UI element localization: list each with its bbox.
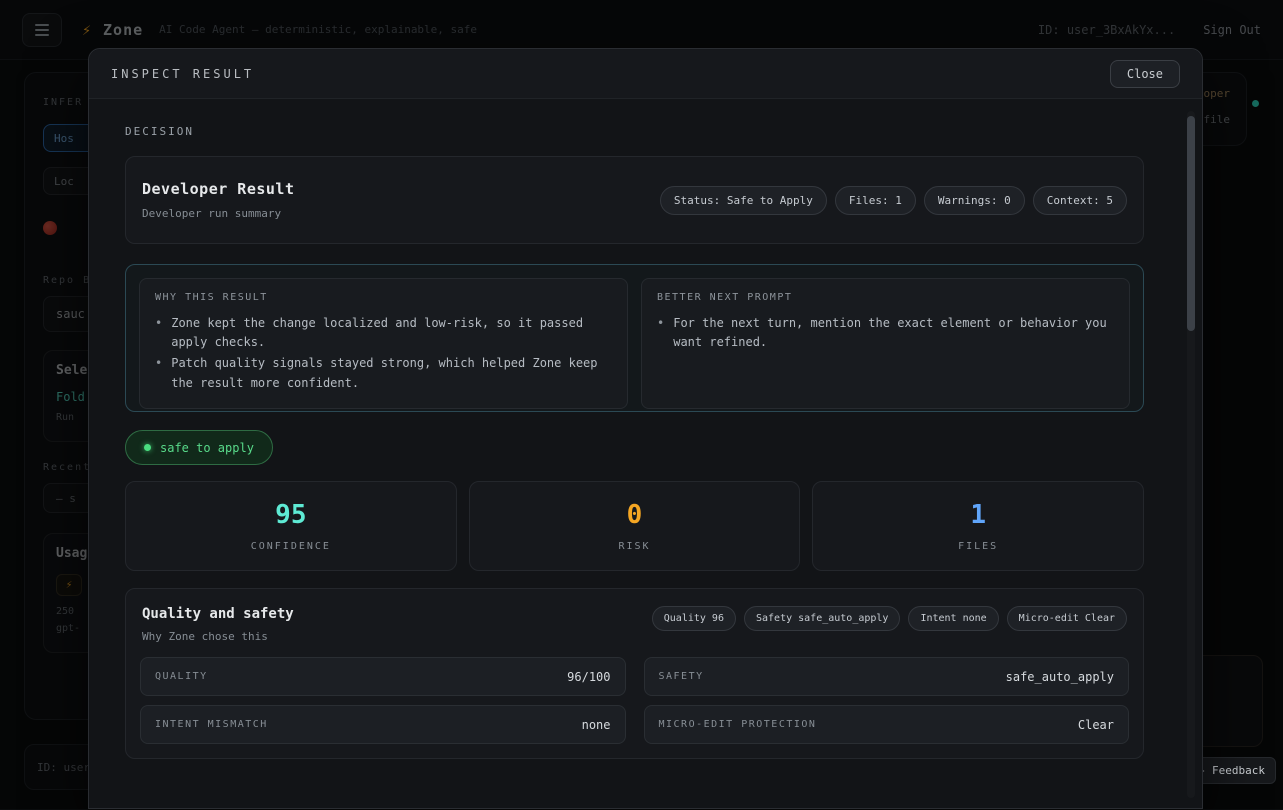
intent-mismatch-label: INTENT MISMATCH [155,719,268,730]
decision-title: Developer Result [142,180,295,198]
bullet-icon: • [155,356,163,371]
close-button[interactable]: Close [1109,59,1180,88]
quality-safety-subtitle: Why Zone chose this [142,630,268,643]
decision-summary: Developer Result Developer run summary [142,180,295,220]
quality-pill-row: Quality 96 Safety safe_auto_apply Intent… [651,606,1127,631]
confidence-stat-card: 95 CONFIDENCE [125,481,457,571]
modal-title: INSPECT RESULT [111,66,255,81]
safe-to-apply-label: safe to apply [160,440,254,455]
bullet-icon: • [155,316,163,330]
list-item: • For the next turn, mention the exact e… [657,314,1114,352]
badge-dot-icon [144,444,151,451]
safety-metric-label: SAFETY [658,671,704,682]
decision-subtitle: Developer run summary [142,207,282,220]
why-bullet-list: • Zone kept the change localized and low… [155,314,612,393]
intent-pill: Intent none [908,606,999,631]
status-badge-row: safe to apply [125,430,1144,465]
quality-safety-header: Quality and safety Why Zone chose this Q… [140,606,1129,643]
micro-edit-protection-value: Clear [1077,717,1114,732]
status-pill: Status: Safe to Apply [659,185,827,215]
quality-safety-title: Quality and safety [142,606,294,622]
explanation-panel: WHY THIS RESULT • Zone kept the change l… [125,264,1144,412]
quality-safety-heading: Quality and safety Why Zone chose this [142,606,294,643]
safe-to-apply-badge: safe to apply [125,430,273,465]
safety-pill: Safety safe_auto_apply [743,606,901,631]
quality-metrics-grid: QUALITY 96/100 SAFETY safe_auto_apply IN… [140,657,1129,744]
why-bullet-2: Patch quality signals stayed strong, whi… [171,356,598,390]
modal-header: INSPECT RESULT Close [89,49,1202,99]
risk-stat-card: 0 RISK [468,481,801,571]
quality-metric-label: QUALITY [155,671,208,682]
modal-scrollbar-thumb[interactable] [1187,116,1195,331]
quality-metric-row: QUALITY 96/100 [140,657,626,696]
bullet-icon: • [657,316,665,330]
intent-mismatch-row: INTENT MISMATCH none [140,705,626,744]
quality-metric-value: 96/100 [567,669,611,684]
risk-value: 0 [626,500,643,530]
better-next-prompt-card: BETTER NEXT PROMPT • For the next turn, … [641,278,1130,409]
risk-label: RISK [618,541,651,552]
list-item: • Patch quality signals stayed strong, w… [155,354,612,392]
intent-mismatch-value: none [581,717,611,732]
inspect-result-modal: INSPECT RESULT Close DECISION Developer … [88,48,1203,809]
decision-section-label: DECISION [125,125,194,138]
modal-scrollbar[interactable] [1187,111,1195,798]
files-label: FILES [958,541,999,552]
micro-edit-pill: Micro-edit Clear [1006,606,1127,631]
next-bullet-1: For the next turn, mention the exact ele… [673,316,1107,350]
warnings-pill: Warnings: 0 [923,185,1025,215]
confidence-label: CONFIDENCE [250,541,331,552]
context-pill: Context: 5 [1032,185,1127,215]
files-value: 1 [970,500,986,530]
safety-metric-value: safe_auto_apply [1005,669,1114,684]
quality-safety-card: Quality and safety Why Zone chose this Q… [125,588,1144,759]
feedback-label: Feedback [1212,764,1265,777]
micro-edit-protection-label: MICRO-EDIT PROTECTION [658,719,817,730]
modal-body: DECISION Developer Result Developer run … [89,99,1202,810]
safety-metric-row: SAFETY safe_auto_apply [643,657,1129,696]
quality-pill: Quality 96 [651,606,736,631]
files-stat-card: 1 FILES [812,481,1144,571]
confidence-value: 95 [275,500,307,530]
list-item: • Zone kept the change localized and low… [155,314,612,352]
why-bullet-1: Zone kept the change localized and low-r… [171,316,584,350]
decision-pill-row: Status: Safe to Apply Files: 1 Warnings:… [659,185,1127,215]
why-this-result-card: WHY THIS RESULT • Zone kept the change l… [139,278,628,409]
stats-row: 95 CONFIDENCE 0 RISK 1 FILES [125,481,1144,571]
better-next-prompt-title: BETTER NEXT PROMPT [657,292,793,303]
micro-edit-protection-row: MICRO-EDIT PROTECTION Clear [643,705,1129,744]
files-pill: Files: 1 [834,185,916,215]
next-bullet-list: • For the next turn, mention the exact e… [657,314,1114,352]
decision-card: Developer Result Developer run summary S… [125,156,1144,244]
why-this-result-title: WHY THIS RESULT [155,292,268,303]
